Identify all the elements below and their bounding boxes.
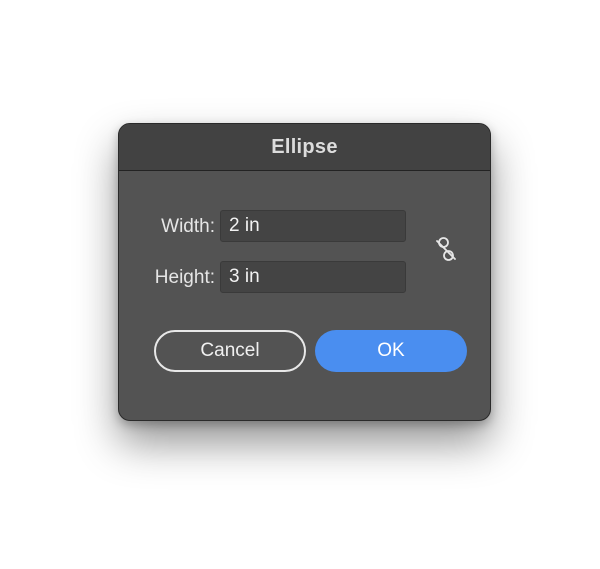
cancel-button[interactable]: Cancel bbox=[154, 330, 306, 372]
unlinked-chain-icon bbox=[436, 237, 456, 261]
width-label: Width: bbox=[161, 216, 215, 237]
stage: Ellipse Width: Height: Cancel OK bbox=[0, 0, 600, 569]
constrain-proportions-toggle[interactable] bbox=[432, 235, 460, 263]
width-input[interactable] bbox=[220, 210, 406, 242]
ellipse-dialog: Ellipse Width: Height: Cancel OK bbox=[118, 123, 491, 421]
height-label: Height: bbox=[154, 267, 215, 288]
height-input[interactable] bbox=[220, 261, 406, 293]
dialog-titlebar: Ellipse bbox=[119, 124, 490, 171]
dialog-title: Ellipse bbox=[271, 135, 338, 158]
ok-button[interactable]: OK bbox=[315, 330, 467, 372]
